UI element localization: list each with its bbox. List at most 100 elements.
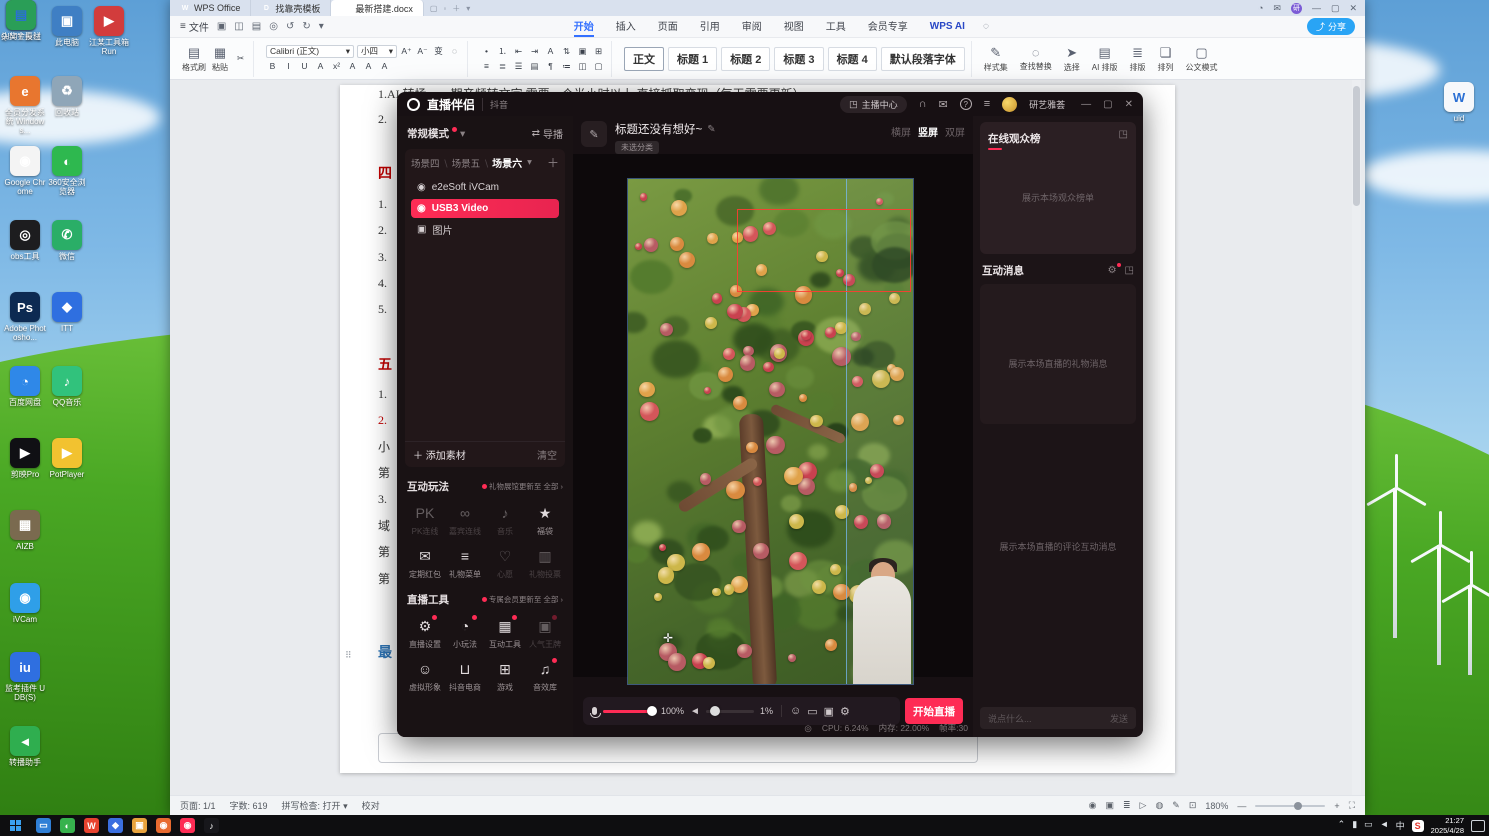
paragraph-button[interactable]: ▣ xyxy=(576,45,589,58)
play-item[interactable]: PK PK连线 xyxy=(405,503,445,537)
taskbar-app-icon[interactable]: W xyxy=(84,818,99,833)
help-icon[interactable]: ? xyxy=(959,98,972,110)
font-format-button[interactable]: I xyxy=(282,60,295,73)
format-painter-button[interactable]: ▤ 格式刷 xyxy=(182,45,206,73)
ribbon-tool-button[interactable]: ◌ 查找替换 xyxy=(1020,45,1052,72)
desktop-icon[interactable]: ◐ 360安全浏览器 xyxy=(46,146,88,196)
file-menu[interactable]: ≡ 文件 xyxy=(170,19,217,34)
scene-tab[interactable]: 场景四 xyxy=(411,156,452,170)
tool-item[interactable]: ⊔ 抖音电商 xyxy=(445,659,485,693)
wps-ai-tab[interactable]: WPS AI xyxy=(930,21,965,32)
style-preset[interactable]: 默认段落字体 xyxy=(880,46,965,71)
font-name-select[interactable]: Calibri (正文) ▾ xyxy=(266,44,354,58)
desktop-icon[interactable]: ◄ 转播助手 xyxy=(4,726,46,767)
style-preset[interactable]: 标题 1 xyxy=(668,46,718,71)
quick-tool-icon[interactable]: ◎ xyxy=(269,21,278,32)
font-format-button[interactable]: B xyxy=(266,60,279,73)
send-button[interactable]: 发送 xyxy=(1110,712,1128,725)
desktop-icon[interactable]: ▤ 头奖金投注 xyxy=(0,0,42,41)
zoom-in-button[interactable]: + xyxy=(1334,801,1339,811)
desktop-icon[interactable]: e 全员分发系统 Windows... xyxy=(4,76,46,136)
preview-canvas[interactable]: ✛ xyxy=(573,154,973,685)
search-icon[interactable]: ◌ xyxy=(983,21,989,32)
mode-select[interactable]: 常规模式 xyxy=(407,126,449,141)
tab-extra-icon[interactable]: ＋ xyxy=(452,3,460,14)
view-mode-option[interactable]: 横屏 xyxy=(891,124,911,139)
speaker-volume-slider[interactable] xyxy=(705,706,754,716)
view-mode-option[interactable]: 双屏 xyxy=(945,124,965,139)
zoom-level[interactable]: 180% xyxy=(1205,801,1228,811)
tool-item[interactable]: ☺ 虚拟形象 xyxy=(405,659,445,693)
desktop-icon[interactable]: ▶ 剪映Pro xyxy=(4,438,46,479)
paragraph-button[interactable]: ⊞ xyxy=(592,45,605,58)
screen-share-icon[interactable]: ▭ xyxy=(807,705,817,718)
speaker-icon[interactable]: ◄ xyxy=(690,706,700,717)
alignment-button[interactable]: ≔ xyxy=(560,60,573,73)
view-mode-icon[interactable]: ≣ xyxy=(1123,800,1131,811)
close-button[interactable]: ✕ xyxy=(1349,3,1357,14)
headset-icon[interactable]: ∩ xyxy=(919,98,927,110)
taskbar-app-icon[interactable]: ◆ xyxy=(108,818,123,833)
theme-icon[interactable]: ◔ xyxy=(1258,3,1263,13)
ribbon-tool-button[interactable]: ≣ 排版 xyxy=(1130,45,1146,73)
director-mode-button[interactable]: ⇄ 导播 xyxy=(532,126,563,141)
app-title-bar[interactable]: 直播伴侣 抖音 ◳ 主播中心 ∩ ✉ ? ≡ 研艺雅荟 — ▢ ✕ xyxy=(397,92,1143,116)
anchor-center-button[interactable]: ◳ 主播中心 xyxy=(840,95,907,113)
play-item[interactable]: ▥ 礼物投票 xyxy=(525,546,565,580)
view-mode-icon[interactable]: ◉ xyxy=(1089,800,1097,811)
fullscreen-icon[interactable]: ⛶ xyxy=(1349,800,1355,811)
play-item[interactable]: ★ 福袋 xyxy=(525,503,565,537)
document-tab[interactable]: D 找靠壳模板 xyxy=(251,0,332,16)
font-tool-button[interactable]: 变 xyxy=(432,45,445,58)
tool-item[interactable]: ⚙ 直播设置 xyxy=(405,615,445,650)
font-format-button[interactable]: A xyxy=(378,60,391,73)
quick-tool-icon[interactable]: ↻ xyxy=(302,21,310,32)
tool-item[interactable]: ▣ 人气王牌 xyxy=(525,615,565,650)
maximize-button[interactable]: ▢ xyxy=(1331,3,1340,14)
desktop-icon[interactable]: ◔ 百度网盘 xyxy=(4,366,46,407)
play-item[interactable]: ♡ 心愿 xyxy=(485,546,525,580)
desktop-icon[interactable]: ◎ obs工具 xyxy=(4,220,46,261)
desktop-icon[interactable]: ▦ AIZB xyxy=(4,510,46,551)
message-settings-icon[interactable]: ⚙ xyxy=(1108,265,1117,276)
desktop-icon[interactable]: ◉ Google Chrome xyxy=(4,146,46,196)
style-preset[interactable]: 正文 xyxy=(624,46,664,71)
document-tab[interactable]: W 最新搭建.docx xyxy=(331,0,424,16)
quick-tool-icon[interactable]: ↺ xyxy=(286,21,294,32)
desktop-icon[interactable]: ♻ 回收站 xyxy=(46,76,88,117)
sogou-input-icon[interactable]: S xyxy=(1411,819,1424,832)
play-item[interactable]: ∞ 嘉宾连线 xyxy=(445,503,485,537)
ribbon-tab[interactable]: 会员专享 xyxy=(868,16,908,37)
settings-icon[interactable]: ⚙ xyxy=(840,705,850,718)
camera-icon[interactable]: ▣ xyxy=(824,705,834,718)
paragraph-button[interactable]: ⇥ xyxy=(528,45,541,58)
alignment-button[interactable]: ≡ xyxy=(480,60,493,73)
taskbar-app-icon[interactable]: ◉ xyxy=(156,818,171,833)
tray-icon[interactable]: ⌃ xyxy=(1338,819,1346,832)
paragraph-button[interactable]: ⒈ xyxy=(496,45,509,58)
tray-icon[interactable]: ▭ xyxy=(1364,819,1373,832)
paragraph-button[interactable]: • xyxy=(480,45,493,58)
scrollbar-thumb[interactable] xyxy=(1353,86,1360,206)
taskbar-app-icon[interactable]: ◐ xyxy=(60,818,75,833)
crop-rectangle[interactable] xyxy=(737,209,911,292)
tool-item[interactable]: ⊞ 游戏 xyxy=(485,659,525,693)
ribbon-tool-button[interactable]: ➤ 选择 xyxy=(1064,45,1080,73)
add-scene-button[interactable]: ＋ xyxy=(547,154,559,171)
play-item[interactable]: ✉ 定期红包 xyxy=(405,546,445,580)
quick-tool-icon[interactable]: ◫ xyxy=(234,21,243,32)
desktop-icon[interactable]: ◆ ITT xyxy=(46,292,88,333)
tray-icon[interactable]: ▮ xyxy=(1352,819,1357,832)
ribbon-tab[interactable]: 开始 xyxy=(573,16,594,37)
ribbon-tab[interactable]: 工具 xyxy=(826,16,846,37)
clear-button[interactable]: 清空 xyxy=(537,447,557,462)
spellcheck-status[interactable]: 拼写检查: 打开 ▾ xyxy=(282,799,348,812)
taskbar-app-icon[interactable]: ◉ xyxy=(180,818,195,833)
view-mode-icon[interactable]: ⊡ xyxy=(1189,800,1197,811)
view-mode-option[interactable]: 竖屏 xyxy=(918,124,938,139)
notification-center-icon[interactable] xyxy=(1471,819,1485,832)
tray-icon[interactable]: ◄ xyxy=(1380,819,1389,832)
play-all-link[interactable]: 全部 › xyxy=(543,481,563,492)
category-tag[interactable]: 未选分类 xyxy=(615,141,659,154)
font-tool-button[interactable]: ◌ xyxy=(448,45,461,58)
